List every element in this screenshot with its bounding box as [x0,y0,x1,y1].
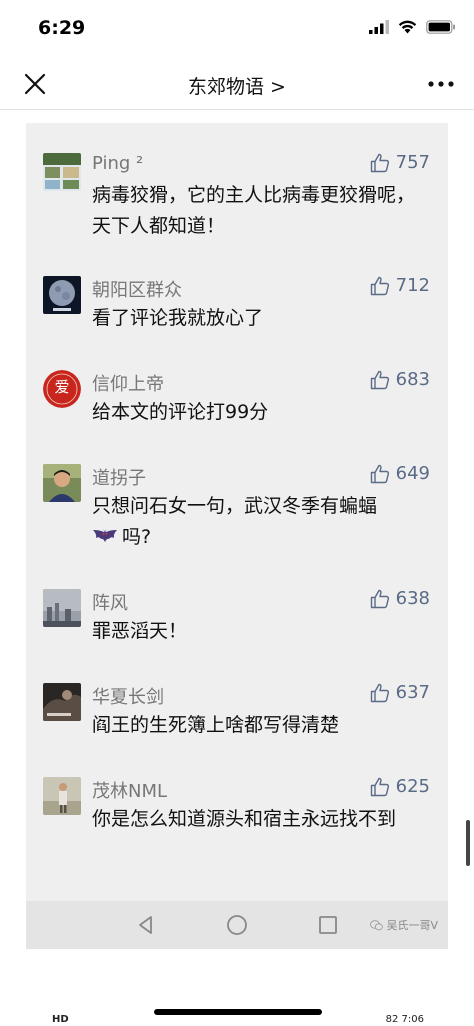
like-button[interactable]: 712 [370,275,430,296]
avatar [43,153,81,191]
comment-author: 茂林NML [92,781,168,802]
comment-text: 你是怎么知道源头和宿主永远找不到 [92,808,397,830]
thumbs-up-icon [370,276,389,295]
like-count: 649 [395,463,430,484]
bottom-status-right: 82 7:06 [385,1014,424,1025]
comment-author: 朝阳区群众 [92,280,182,301]
comment-author: 华夏长剑 [92,687,164,708]
nav-bar: 东郊物语 > [0,58,474,110]
like-count: 757 [395,152,430,173]
like-count: 712 [395,275,430,296]
comments-panel: Ping ² 757 病毒狡猾，它的主人比病毒更狡猾呢，天下人都知道！ 朝阳区群… [26,123,448,949]
android-nav-bar: 吴氏一哥V [26,901,448,949]
comment-author: 阵风 [92,593,128,614]
status-icons [369,20,456,34]
thumbs-up-icon [370,777,389,796]
like-button[interactable]: 625 [370,776,430,797]
comment-text: 只想问石女一句，武汉冬季有蝙蝠 吗? [92,491,430,553]
scrollbar-thumb[interactable] [466,820,470,866]
thumbs-up-icon [370,683,389,702]
watermark-text: 吴氏一哥V [386,919,438,932]
thumbs-up-icon [370,370,389,389]
recents-square-icon[interactable] [316,913,340,937]
comment-text-part: 只想问石女一句，武汉冬季有蝙蝠 [92,495,378,517]
avatar-label: 爱 [54,378,69,396]
bat-emoji-icon [93,529,117,542]
avatar [43,683,81,721]
like-count: 637 [395,682,430,703]
home-circle-icon[interactable] [225,913,249,937]
thumbs-up-icon [370,153,389,172]
battery-icon [426,20,455,34]
like-button[interactable]: 638 [370,588,430,609]
bottom-status-strip: HD 82 7:06 [0,1014,474,1026]
signal-icon [369,20,389,34]
like-button[interactable]: 637 [370,682,430,703]
comment-text-part: 吗? [122,526,152,548]
avatar [43,464,81,502]
comment-text: 阎王的生死簿上啥都写得清楚 [92,714,340,736]
comment-author: 道拐子 [92,468,146,489]
comment-text: 罪恶滔天！ [92,620,188,642]
like-count: 683 [395,369,430,390]
bottom-status-left: HD [52,1014,69,1025]
thumbs-up-icon [370,464,389,483]
comment-author: Ping ² [92,153,144,174]
back-triangle-icon[interactable] [134,913,158,937]
like-button[interactable]: 757 [370,152,430,173]
avatar [43,276,81,314]
comment-text: 给本文的评论打99分 [92,401,269,423]
like-button[interactable]: 683 [370,369,430,390]
like-button[interactable]: 649 [370,463,430,484]
status-bar: 6:29 [0,0,474,58]
watermark: 吴氏一哥V [370,917,438,933]
comment-text: 病毒狡猾，它的主人比病毒更狡猾呢，天下人都知道！ [92,184,416,237]
avatar [43,777,81,815]
wechat-icon [370,919,384,930]
comment-text: 看了评论我就放心了 [92,307,264,329]
avatar: 爱 [43,370,81,408]
more-icon[interactable] [426,74,456,94]
like-count: 625 [395,776,430,797]
comment-author: 信仰上帝 [92,374,164,395]
thumbs-up-icon [370,589,389,608]
status-time: 6:29 [38,17,86,39]
page-title[interactable]: 东郊物语 > [0,72,474,99]
avatar [43,589,81,627]
wifi-icon [398,20,417,34]
like-count: 638 [395,588,430,609]
